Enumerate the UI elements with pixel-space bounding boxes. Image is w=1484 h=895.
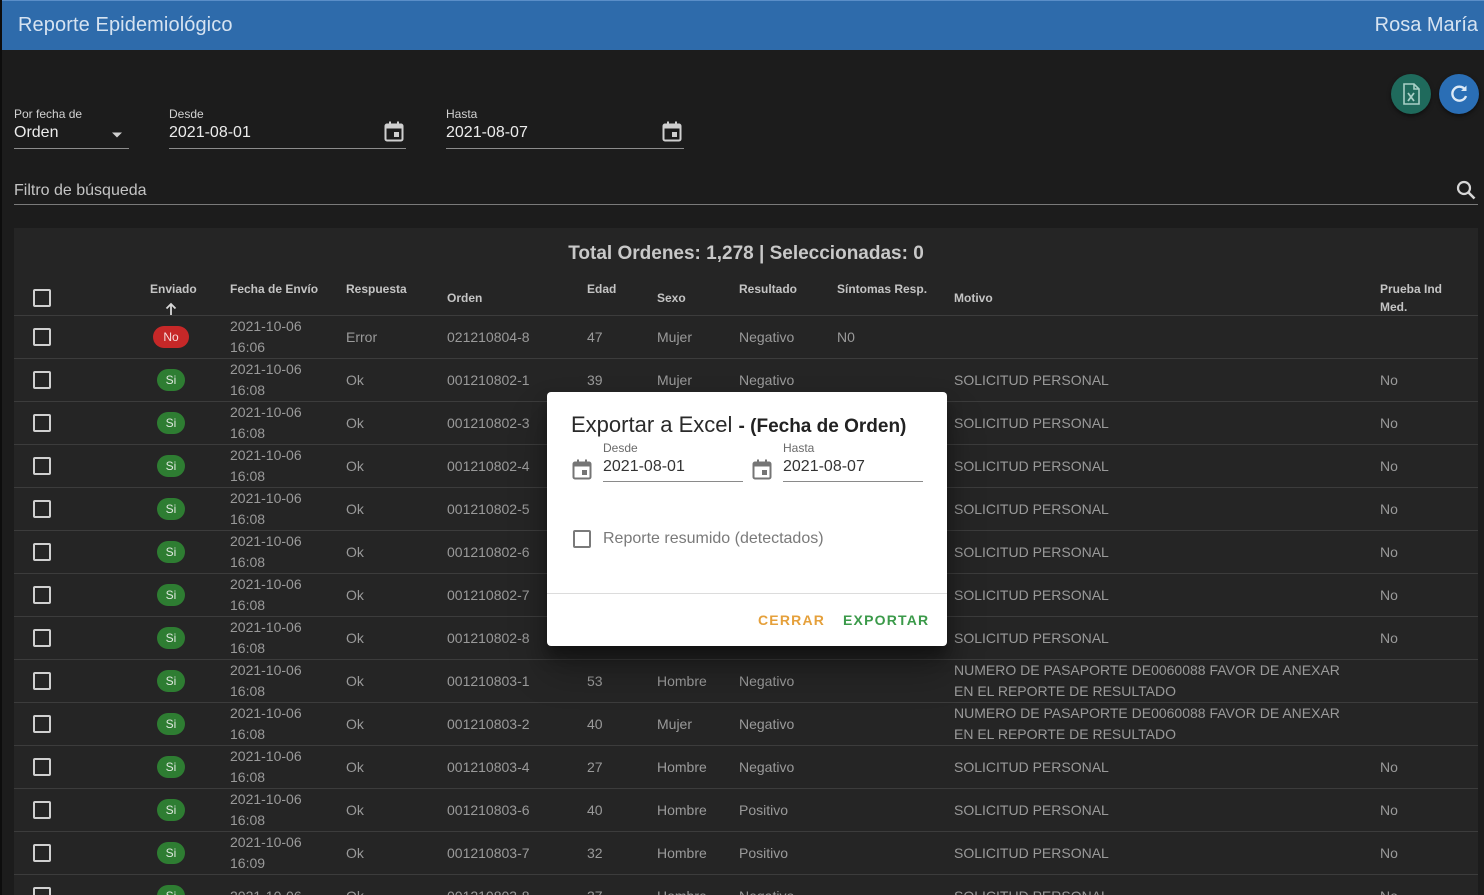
- dialog-subtitle: - (Fecha de Orden): [738, 416, 907, 437]
- dialog-actions: CERRAR EXPORTAR: [547, 593, 947, 646]
- resumido-checkbox[interactable]: Reporte resumido (detectados): [573, 530, 824, 548]
- cerrar-button[interactable]: CERRAR: [758, 612, 825, 628]
- dialog-desde-field[interactable]: Desde 2021-08-01: [603, 441, 743, 482]
- calendar-icon[interactable]: [572, 459, 592, 481]
- exportar-button[interactable]: EXPORTAR: [843, 612, 929, 628]
- calendar-icon[interactable]: [752, 459, 772, 481]
- dialog-hasta-label: Hasta: [783, 441, 815, 455]
- dialog-title: Exportar a Excel: [571, 412, 733, 437]
- dialog-desde-label: Desde: [603, 441, 638, 455]
- resumido-checkbox-label: Reporte resumido (detectados): [603, 530, 824, 547]
- dialog-hasta-field[interactable]: Hasta 2021-08-07: [783, 441, 923, 482]
- dialog-hasta-value: 2021-08-07: [783, 458, 865, 475]
- resumido-checkbox-box[interactable]: [573, 530, 591, 548]
- dialog-desde-value: 2021-08-01: [603, 458, 685, 475]
- export-dialog: Exportar a Excel - (Fecha de Orden) Desd…: [547, 392, 947, 646]
